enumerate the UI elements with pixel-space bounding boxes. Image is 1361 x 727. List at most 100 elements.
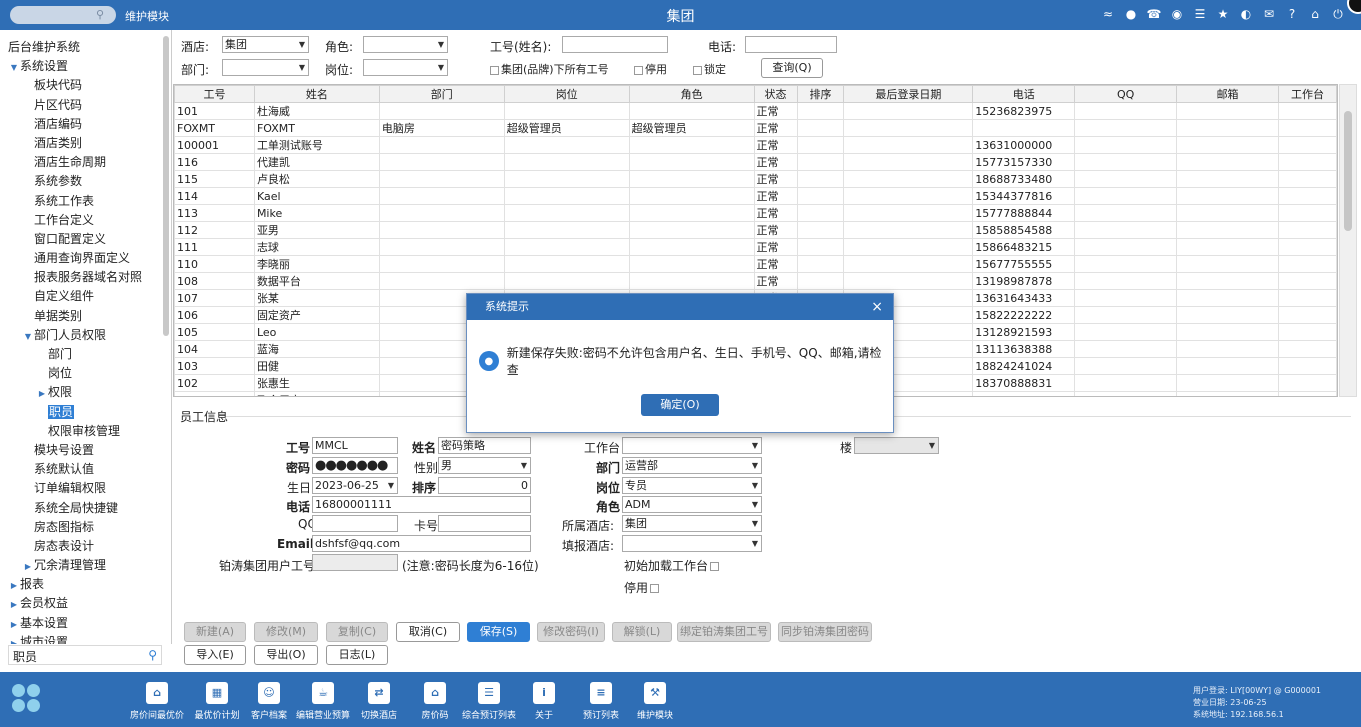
gender-select[interactable]: 男 ▼ <box>438 457 531 474</box>
scroll-thumb[interactable] <box>1344 111 1352 231</box>
sidebar-item[interactable]: ▶ 冗余清理管理 <box>0 556 171 575</box>
column-header[interactable]: 排序 <box>796 85 845 103</box>
sidebar-item[interactable]: ▼ 部门人员权限 <box>0 326 171 345</box>
disable-checkbox[interactable]: 停用 <box>624 579 661 596</box>
log-button[interactable]: 日志(L) <box>326 645 388 665</box>
chevron-right-icon[interactable]: ▶ <box>8 634 20 644</box>
query-button[interactable]: 查询(Q) <box>761 58 823 78</box>
column-header[interactable]: 状态 <box>753 85 798 103</box>
sidebar-item[interactable]: 板块代码 <box>0 76 171 95</box>
new-button[interactable]: 新建(A) <box>184 622 246 642</box>
table-row[interactable]: 114 Kael 正常 15344377816 <box>174 187 1337 205</box>
post-select[interactable]: ▼ <box>363 59 448 76</box>
column-header[interactable]: 电话 <box>972 85 1076 103</box>
sidebar-item[interactable]: 系统默认值 <box>0 460 171 479</box>
qq-field[interactable] <box>312 515 398 532</box>
sidebar-item[interactable]: 工作台定义 <box>0 211 171 230</box>
hotel-select[interactable]: 集团 ▼ <box>222 36 309 53</box>
dept-select[interactable]: ▼ <box>222 59 309 76</box>
card-field[interactable] <box>438 515 531 532</box>
phone-input[interactable] <box>745 36 837 53</box>
sidebar-item[interactable]: ▶ 报表 <box>0 575 171 594</box>
sidebar-scrollbar[interactable] <box>163 36 169 336</box>
column-header[interactable]: 部门 <box>378 85 505 103</box>
sidebar-item[interactable]: 通用查询界面定义 <box>0 249 171 268</box>
chevron-down-icon[interactable]: ▼ <box>8 58 20 77</box>
taskbar-item[interactable]: ⌂ 房价码 <box>405 682 465 721</box>
power-icon[interactable]: ⏻ <box>1329 5 1347 23</box>
taskbar-item[interactable]: i 关于 <box>514 682 574 721</box>
column-header[interactable]: 工作台 <box>1278 85 1337 103</box>
home-icon[interactable]: ⌂ <box>1306 5 1324 23</box>
all-empno-checkbox[interactable]: 集团(品牌)下所有工号 <box>490 61 609 77</box>
sidebar-item[interactable]: 房态表设计 <box>0 537 171 556</box>
table-row[interactable]: 112 亚男 正常 15858854588 <box>174 221 1337 239</box>
close-icon[interactable]: × <box>871 294 883 320</box>
import-button[interactable]: 导入(E) <box>184 645 246 665</box>
chevron-right-icon[interactable]: ▶ <box>22 557 34 576</box>
sidebar-item[interactable]: 酒店类别 <box>0 134 171 153</box>
sidebar-search-input[interactable]: 职员 ⚲ <box>8 645 162 665</box>
save-button[interactable]: 保存(S) <box>467 622 530 642</box>
phone-icon[interactable]: ☎ <box>1145 5 1163 23</box>
sidebar-item[interactable]: 窗口配置定义 <box>0 230 171 249</box>
fill-hotel-select[interactable]: ▼ <box>622 535 762 552</box>
chat-icon[interactable]: ● <box>1122 5 1140 23</box>
birth-date-picker[interactable]: 2023-06-25 ▼ <box>312 477 398 494</box>
sort-field[interactable]: 0 <box>438 477 531 494</box>
sidebar-item[interactable]: 订单编辑权限 <box>0 479 171 498</box>
role-field[interactable]: ADM ▼ <box>622 496 762 513</box>
owner-hotel-select[interactable]: 集团 ▼ <box>622 515 762 532</box>
cancel-button[interactable]: 取消(C) <box>396 622 460 642</box>
taskbar-item[interactable]: ▦ 最优价计划 <box>187 682 247 721</box>
sidebar-item[interactable]: 部门 <box>0 345 171 364</box>
column-header[interactable]: 角色 <box>628 85 755 103</box>
sidebar-item[interactable]: 酒店编码 <box>0 115 171 134</box>
phone-field[interactable]: 16800001111 <box>312 496 531 513</box>
mail-icon[interactable]: ✉ <box>1260 5 1278 23</box>
group-empno-field[interactable] <box>312 554 398 571</box>
role-select[interactable]: ▼ <box>363 36 448 53</box>
chevron-right-icon[interactable]: ▶ <box>8 595 20 614</box>
sidebar-item[interactable]: 系统工作表 <box>0 192 171 211</box>
search-icon[interactable]: ⚲ <box>148 648 157 662</box>
name-field[interactable]: 密码策略 <box>438 437 531 454</box>
column-header[interactable]: 邮箱 <box>1176 85 1279 103</box>
sidebar-item[interactable]: ▶ 城市设置 <box>0 633 171 644</box>
copy-button[interactable]: 复制(C) <box>326 622 388 642</box>
chevron-right-icon[interactable]: ▶ <box>36 384 48 403</box>
taskbar-item[interactable]: ⇄ 切换酒店 <box>349 682 409 721</box>
change-password-button[interactable]: 修改密码(I) <box>537 622 605 642</box>
bind-group-empno-button[interactable]: 绑定铂涛集团工号 <box>677 622 771 642</box>
taskbar-item[interactable]: ☕ 编辑营业预算 <box>293 682 353 721</box>
email-field[interactable]: dshfsf@qq.com <box>312 535 531 552</box>
disabled-checkbox[interactable]: 停用 <box>634 61 667 77</box>
ok-button[interactable]: 确定(O) <box>641 394 719 416</box>
taskbar-item[interactable]: ⚒ 维护模块 <box>625 682 685 721</box>
star-icon[interactable]: ★ <box>1214 5 1232 23</box>
sidebar-item[interactable]: 片区代码 <box>0 96 171 115</box>
table-row[interactable]: 110 李晓丽 正常 15677755555 <box>174 255 1337 273</box>
sidebar-item[interactable]: ▼ 系统设置 <box>0 57 171 76</box>
empno-input[interactable] <box>562 36 668 53</box>
wifi-icon[interactable]: ≈ <box>1099 5 1117 23</box>
table-row[interactable]: 101 杜海威 正常 15236823975 <box>174 102 1337 120</box>
sidebar-item[interactable]: 系统全局快捷键 <box>0 499 171 518</box>
column-header[interactable]: QQ <box>1074 85 1178 103</box>
locked-checkbox[interactable]: 锁定 <box>693 61 726 77</box>
table-row[interactable]: 108 数据平台 正常 13198987878 <box>174 272 1337 290</box>
sidebar-item[interactable]: 自定义组件 <box>0 287 171 306</box>
empno-field[interactable]: MMCL <box>312 437 398 454</box>
chevron-right-icon[interactable]: ▶ <box>8 576 20 595</box>
taskbar-item[interactable]: ☰ 综合预订列表 <box>459 682 519 721</box>
help-icon[interactable]: ? <box>1283 5 1301 23</box>
sidebar-item[interactable]: 报表服务器域名对照 <box>0 268 171 287</box>
sync-group-password-button[interactable]: 同步铂涛集团密码 <box>778 622 872 642</box>
edit-button[interactable]: 修改(M) <box>254 622 318 642</box>
sidebar-item[interactable]: ▶ 权限 <box>0 383 171 402</box>
grid-scrollbar[interactable] <box>1339 84 1357 397</box>
sidebar-item[interactable]: 职员 <box>0 403 171 422</box>
sidebar-item[interactable]: ▶ 基本设置 <box>0 614 171 633</box>
taskbar-item[interactable]: ≡ 预订列表 <box>571 682 631 721</box>
table-row[interactable]: FOXMT FOXMT 电脑房 超级管理员 超级管理员 正常 <box>174 119 1337 137</box>
